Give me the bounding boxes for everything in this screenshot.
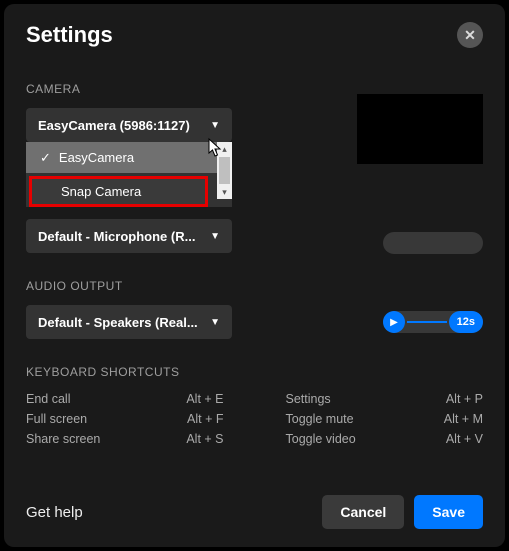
check-icon: ✓ <box>40 150 51 166</box>
camera-option-label: EasyCamera <box>59 150 134 165</box>
shortcut-key: Alt + F <box>187 412 223 426</box>
play-icon: ▶ <box>390 317 398 328</box>
shortcuts-left-column: End call Alt + E Full screen Alt + F Sha… <box>26 389 224 449</box>
shortcut-row: Share screen Alt + S <box>26 429 224 449</box>
shortcut-key: Alt + S <box>186 432 223 446</box>
shortcut-key: Alt + V <box>446 432 483 446</box>
test-audio-control[interactable]: ▶ 12s <box>383 311 483 333</box>
shortcut-row: Toggle video Alt + V <box>286 429 484 449</box>
scroll-thumb[interactable] <box>219 157 230 184</box>
shortcut-name: Share screen <box>26 432 100 446</box>
camera-select[interactable]: EasyCamera (5986:1127) ▼ <box>26 108 232 142</box>
shortcut-name: Toggle mute <box>286 412 354 426</box>
mic-level-indicator <box>383 232 483 254</box>
camera-option-easycamera[interactable]: ✓ EasyCamera <box>26 142 232 173</box>
shortcut-name: End call <box>26 392 70 406</box>
close-icon: ✕ <box>464 27 476 44</box>
shortcuts-section-label: KEYBOARD SHORTCUTS <box>26 365 483 379</box>
shortcut-row: Full screen Alt + F <box>26 409 224 429</box>
shortcut-row: End call Alt + E <box>26 389 224 409</box>
camera-selected-value: EasyCamera (5986:1127) <box>38 118 190 133</box>
scroll-down-icon: ▾ <box>217 185 232 199</box>
shortcut-row: Toggle mute Alt + M <box>286 409 484 429</box>
get-help-link[interactable]: Get help <box>26 504 83 521</box>
audio-time-badge: 12s <box>449 311 483 333</box>
shortcut-name: Toggle video <box>286 432 356 446</box>
microphone-selected-value: Default - Microphone (R... <box>38 229 195 244</box>
speaker-selected-value: Default - Speakers (Real... <box>38 315 198 330</box>
camera-option-label: Snap Camera <box>61 184 141 199</box>
shortcut-key: Alt + M <box>444 412 483 426</box>
shortcut-name: Full screen <box>26 412 87 426</box>
cancel-button[interactable]: Cancel <box>322 495 404 529</box>
shortcut-key: Alt + P <box>446 392 483 406</box>
dropdown-scrollbar[interactable]: ▴ ▾ <box>217 142 232 199</box>
shortcut-name: Settings <box>286 392 331 406</box>
chevron-down-icon: ▼ <box>210 120 220 131</box>
settings-panel: Settings ✕ CAMERA EasyCamera (5986:1127)… <box>4 4 505 547</box>
shortcuts-right-column: Settings Alt + P Toggle mute Alt + M Tog… <box>286 389 484 449</box>
close-button[interactable]: ✕ <box>457 22 483 48</box>
shortcut-key: Alt + E <box>186 392 223 406</box>
camera-option-snap-camera[interactable]: Snap Camera <box>29 176 208 207</box>
scroll-up-icon: ▴ <box>217 142 232 156</box>
audio-progress-line <box>407 321 447 323</box>
speaker-select[interactable]: Default - Speakers (Real... ▼ <box>26 305 232 339</box>
chevron-down-icon: ▼ <box>210 317 220 328</box>
camera-dropdown: ✓ EasyCamera Snap Camera ▴ ▾ <box>26 142 232 207</box>
audio-output-section-label: AUDIO OUTPUT <box>26 279 483 293</box>
audio-time-value: 12s <box>457 316 475 328</box>
shortcut-row: Settings Alt + P <box>286 389 484 409</box>
play-button[interactable]: ▶ <box>383 311 405 333</box>
microphone-select[interactable]: Default - Microphone (R... ▼ <box>26 219 232 253</box>
page-title: Settings <box>26 22 113 48</box>
chevron-down-icon: ▼ <box>210 231 220 242</box>
save-button[interactable]: Save <box>414 495 483 529</box>
camera-preview <box>357 94 483 164</box>
